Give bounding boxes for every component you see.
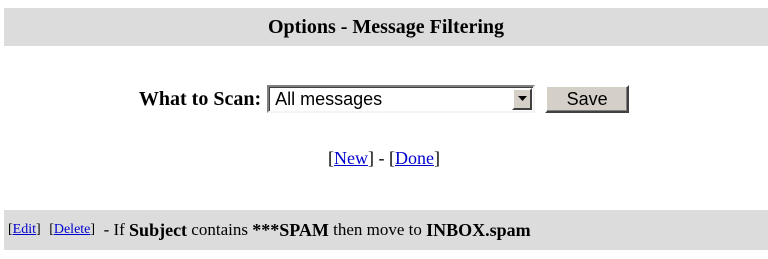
- done-link[interactable]: Done: [395, 148, 434, 168]
- save-button[interactable]: Save: [545, 85, 630, 113]
- scan-scope-selected-value: All messages: [275, 88, 383, 109]
- rule-text-prefix: - If: [103, 220, 125, 239]
- rule-delete-bracket-close: ]: [90, 222, 96, 237]
- message-filtering-panel: Options - Message Filtering What to Scan…: [0, 0, 768, 259]
- page-title-bar: Options - Message Filtering: [4, 8, 768, 46]
- scan-scope-select[interactable]: All messages: [267, 85, 536, 113]
- rule-edit-bracket-close: ]: [36, 222, 41, 237]
- scan-options-row: What to Scan: All messages Save: [0, 84, 768, 114]
- edit-rule-link[interactable]: Edit: [13, 222, 36, 238]
- filter-actions: [New] - [Done]: [0, 148, 768, 172]
- rule-target-folder: INBOX.spam: [426, 219, 531, 240]
- scan-label: What to Scan:: [138, 87, 262, 110]
- chevron-down-icon: [517, 96, 527, 101]
- rule-pattern: ***SPAM: [252, 219, 329, 240]
- delete-rule-link[interactable]: Delete: [54, 222, 91, 238]
- filter-rule-row: [Edit] [Delete] - If Subject contains **…: [4, 210, 768, 250]
- dropdown-button[interactable]: [512, 88, 533, 110]
- rule-text-then: then move to: [333, 220, 422, 239]
- page-title: Options - Message Filtering: [267, 15, 505, 38]
- new-filter-link[interactable]: New: [334, 148, 368, 168]
- action-separator: ] - [: [368, 148, 395, 168]
- bracket-close: ]: [433, 148, 440, 168]
- rule-text-contains: contains: [191, 220, 248, 239]
- rule-field: Subject: [129, 219, 188, 240]
